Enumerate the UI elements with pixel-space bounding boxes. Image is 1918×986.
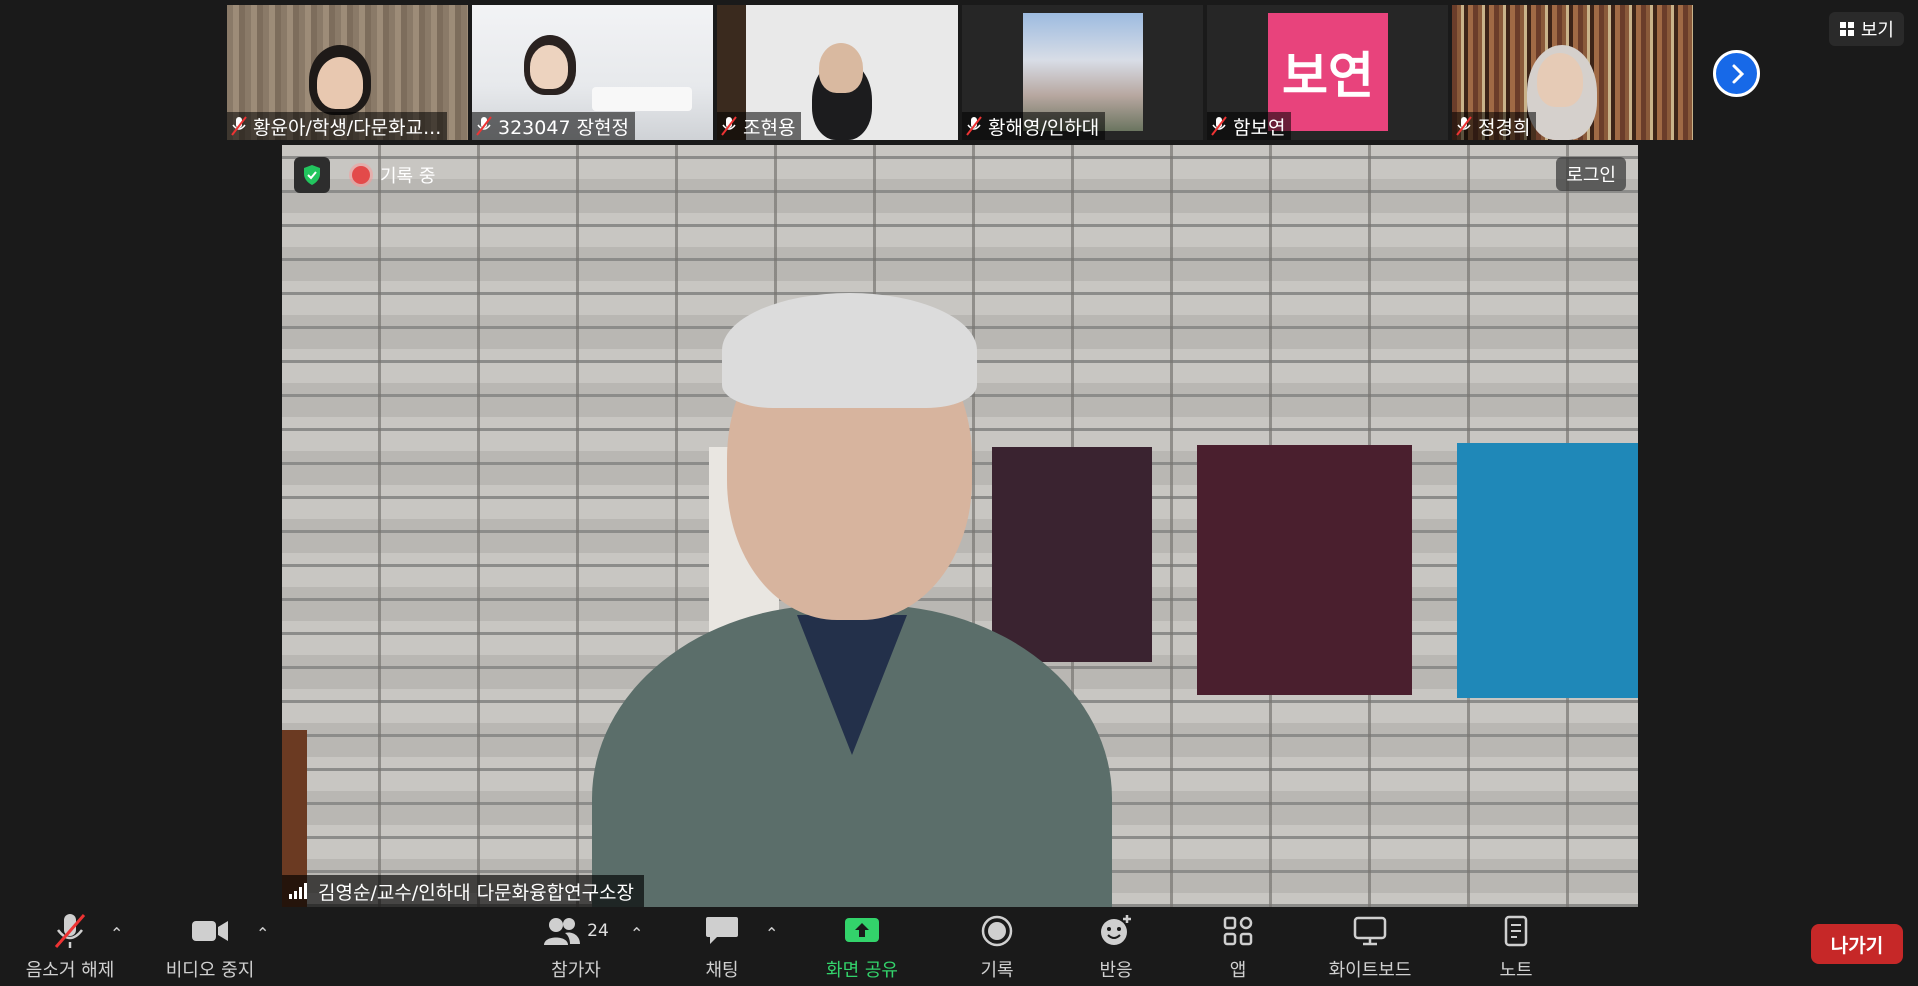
whiteboard-button[interactable]: 화이트보드 [1320,912,1420,982]
participant-label: 황윤아/학생/다문화교... [227,112,448,140]
chat-button[interactable]: 채팅 [672,912,772,982]
mic-muted-icon [54,914,86,948]
mic-muted-icon [231,116,247,136]
participant-label: 조현용 [717,112,802,140]
apps-icon [1223,916,1253,946]
recording-indicator[interactable]: 기록 중 [342,159,445,191]
share-screen-button[interactable]: 화면 공유 [812,912,912,982]
mic-muted-icon [1456,116,1472,136]
record-label: 기록 [980,960,1014,981]
participant-face [317,57,363,109]
apps-label: 앱 [1229,960,1247,981]
blue-canvas [1457,443,1638,698]
video-camera-icon [192,921,228,941]
shield-icon [304,165,320,185]
participant-tile[interactable]: 황윤아/학생/다문화교... [227,5,468,140]
reactions-button[interactable]: 반응 [1066,912,1166,982]
notes-button[interactable]: 노트 [1466,912,1566,982]
meeting-toolbar: 음소거 해제 ⌃ 비디오 중지 ⌃ 24 참가자 ⌃ 채팅 ⌃ 화면 공유 기록 [0,908,1918,986]
participant-strip: 황윤아/학생/다문화교... 323047 장현정 조현용 황해영/인하대 보연 [227,5,1693,140]
recording-dot-icon [352,166,370,184]
chat-icon [706,917,738,944]
participant-tile[interactable]: 323047 장현정 [472,5,713,140]
speaker-label: 김영순/교수/인하대 다문화융합연구소장 [282,875,645,907]
view-button[interactable]: 보기 [1828,12,1904,46]
participants-button[interactable]: 24 참가자 [526,912,626,982]
video-options-chevron-icon[interactable]: ⌃ [256,924,269,943]
whiteboard-icon [1353,916,1387,946]
signal-strength-icon [289,883,307,899]
reactions-label: 반응 [1099,960,1133,981]
security-shield[interactable] [294,157,330,193]
participant-tile[interactable]: 정경희 [1452,5,1693,140]
participant-tile[interactable]: 조현용 [717,5,958,140]
participant-name: 323047 장현정 [498,116,630,139]
leave-button[interactable]: 나가기 [1811,924,1903,964]
chat-options-chevron-icon[interactable]: ⌃ [765,924,778,943]
participant-label: 정경희 [1452,112,1537,140]
next-page-button[interactable] [1713,50,1760,97]
participants-icon [544,918,581,945]
participant-tile[interactable]: 황해영/인하대 [962,5,1203,140]
participants-options-chevron-icon[interactable]: ⌃ [630,924,643,943]
chat-label: 채팅 [705,960,739,981]
participant-face [819,43,863,93]
notes-icon [1504,915,1528,947]
active-speaker-video: 기록 중 로그인 김영순/교수/인하대 다문화융합연구소장 [282,145,1638,907]
record-button[interactable]: 기록 [947,912,1047,982]
record-icon [981,915,1013,947]
participant-label: 함보연 [1207,112,1292,140]
mic-muted-icon [476,116,492,136]
mic-muted-icon [1211,116,1227,136]
login-button[interactable]: 로그인 [1556,157,1626,191]
recording-label: 기록 중 [380,166,436,187]
table [592,87,692,111]
participant-label: 황해영/인하대 [962,112,1106,140]
notes-label: 노트 [1499,960,1533,981]
participant-face [1537,53,1583,107]
participant-name: 황윤아/학생/다문화교... [253,116,442,139]
maroon-canvas [1197,445,1412,695]
share-screen-icon [845,918,879,942]
speaker-hair [722,293,977,408]
chevron-right-icon [1732,64,1744,83]
emoji-reaction-icon [1101,915,1131,945]
speaker-name: 김영순/교수/인하대 다문화융합연구소장 [318,881,635,904]
participants-label: 참가자 [551,960,601,981]
apps-button[interactable]: 앱 [1188,912,1288,982]
stop-video-button[interactable]: 비디오 중지 [160,912,260,982]
participants-count: 24 [587,921,609,941]
participant-label: 323047 장현정 [472,112,636,140]
whiteboard-label: 화이트보드 [1328,960,1412,981]
unmute-button[interactable]: 음소거 해제 [20,912,120,982]
share-screen-label: 화면 공유 [826,960,898,981]
participant-name: 황해영/인하대 [988,116,1100,139]
mic-muted-icon [966,116,982,136]
participant-name: 함보연 [1233,116,1286,139]
participant-tile[interactable]: 보연 함보연 [1207,5,1448,140]
unmute-label: 음소거 해제 [25,960,115,981]
view-label: 보기 [1860,20,1894,41]
participant-name: 조현용 [743,116,796,139]
mic-muted-icon [721,116,737,136]
purple-canvas [992,447,1152,662]
grid-icon [1839,22,1854,36]
stop-video-label: 비디오 중지 [165,960,255,981]
participant-name: 정경희 [1478,116,1531,139]
participant-face [530,45,568,89]
audio-options-chevron-icon[interactable]: ⌃ [110,924,123,943]
